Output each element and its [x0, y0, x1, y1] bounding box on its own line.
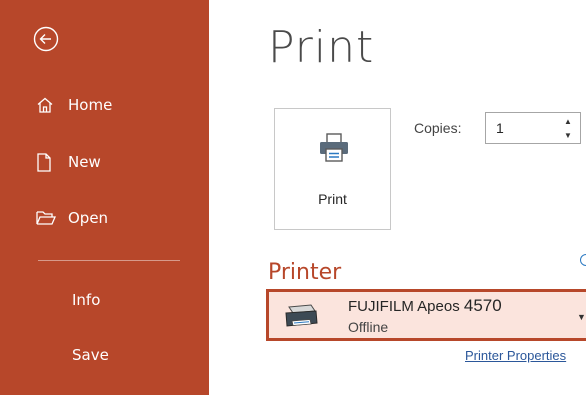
- spin-up-icon[interactable]: ▲: [558, 114, 578, 128]
- printer-name: FUJIFILM Apeos 4570: [348, 296, 502, 316]
- page-title: Print: [268, 22, 375, 73]
- sidebar-divider: [38, 260, 180, 261]
- sidebar-item-label: Info: [72, 291, 101, 309]
- print-button[interactable]: Print: [274, 108, 391, 230]
- sidebar-item-home[interactable]: Home: [36, 90, 112, 120]
- printer-icon: [318, 133, 350, 168]
- printer-brand: FUJIFILM Apeos: [348, 298, 464, 315]
- printer-status: Offline: [348, 319, 389, 335]
- sidebar-item-label: New: [68, 153, 101, 171]
- copies-label: Copies:: [414, 120, 462, 136]
- sidebar-item-label: Save: [72, 346, 109, 364]
- open-folder-icon: [36, 208, 58, 228]
- print-button-label: Print: [318, 191, 347, 207]
- backstage-sidebar: Home New Open Info Save: [0, 0, 209, 395]
- printer-section-heading: Printer: [268, 260, 342, 285]
- back-button[interactable]: [30, 25, 62, 57]
- spin-down-icon[interactable]: ▼: [558, 128, 578, 142]
- printer-device-icon: [283, 303, 319, 334]
- home-icon: [36, 95, 58, 115]
- sidebar-item-label: Home: [68, 96, 113, 114]
- copies-stepper: ▲ ▼: [485, 112, 581, 144]
- sidebar-item-open[interactable]: Open: [36, 203, 108, 233]
- new-document-icon: [36, 152, 58, 172]
- sidebar-item-info[interactable]: Info: [72, 285, 100, 315]
- back-arrow-circle-icon: [33, 26, 59, 57]
- copies-input[interactable]: [486, 113, 558, 143]
- printer-model: 4570: [463, 296, 502, 315]
- info-icon[interactable]: [580, 254, 586, 266]
- printer-properties-link[interactable]: Printer Properties: [465, 348, 566, 363]
- sidebar-item-label: Open: [68, 209, 109, 227]
- printer-dropdown[interactable]: FUJIFILM Apeos 4570 Offline ▼: [266, 289, 586, 341]
- chevron-down-icon: ▼: [577, 312, 586, 322]
- sidebar-item-save[interactable]: Save: [72, 340, 109, 370]
- sidebar-item-new[interactable]: New: [36, 147, 101, 177]
